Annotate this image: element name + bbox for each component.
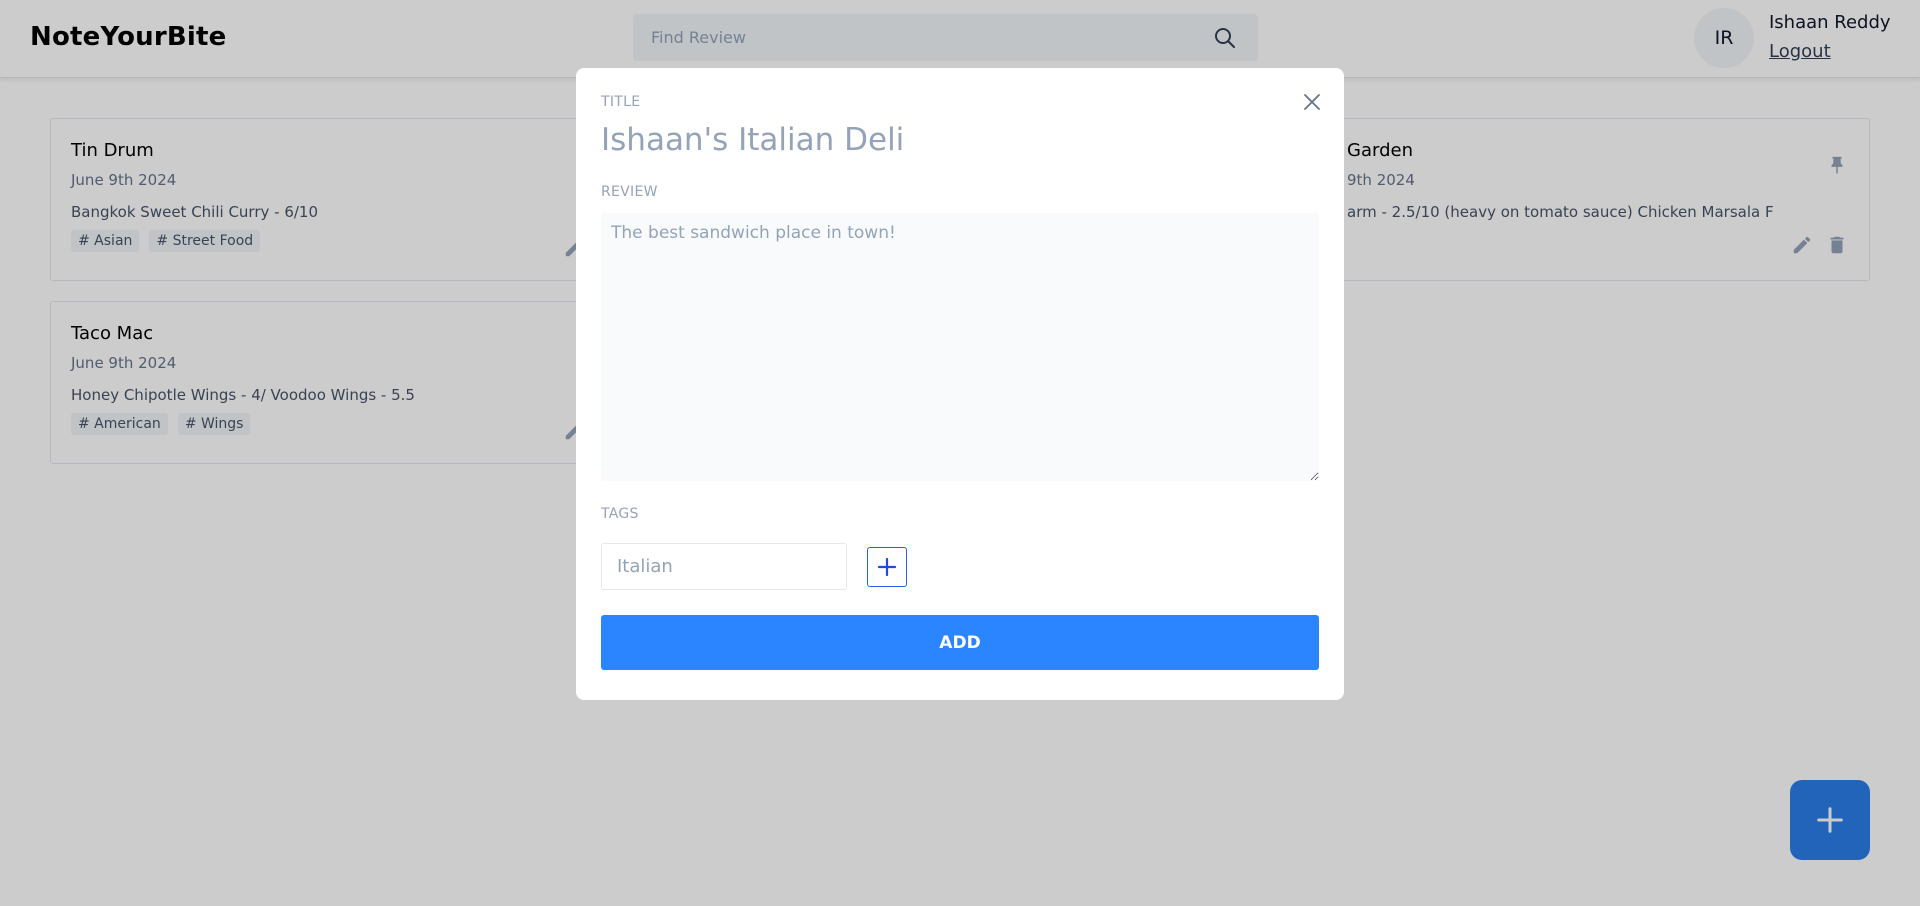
add-tag-button[interactable]: [867, 547, 907, 587]
review-textarea[interactable]: [601, 213, 1319, 481]
title-label: TITLE: [601, 94, 641, 110]
tags-label: TAGS: [601, 506, 639, 522]
title-input[interactable]: [601, 118, 1281, 162]
add-review-button[interactable]: ADD: [601, 615, 1319, 670]
review-label: REVIEW: [601, 184, 658, 200]
tag-input[interactable]: [601, 543, 847, 590]
close-icon[interactable]: [1300, 90, 1324, 114]
plus-icon: [877, 557, 897, 577]
add-review-modal: TITLE REVIEW TAGS ADD: [576, 68, 1344, 700]
